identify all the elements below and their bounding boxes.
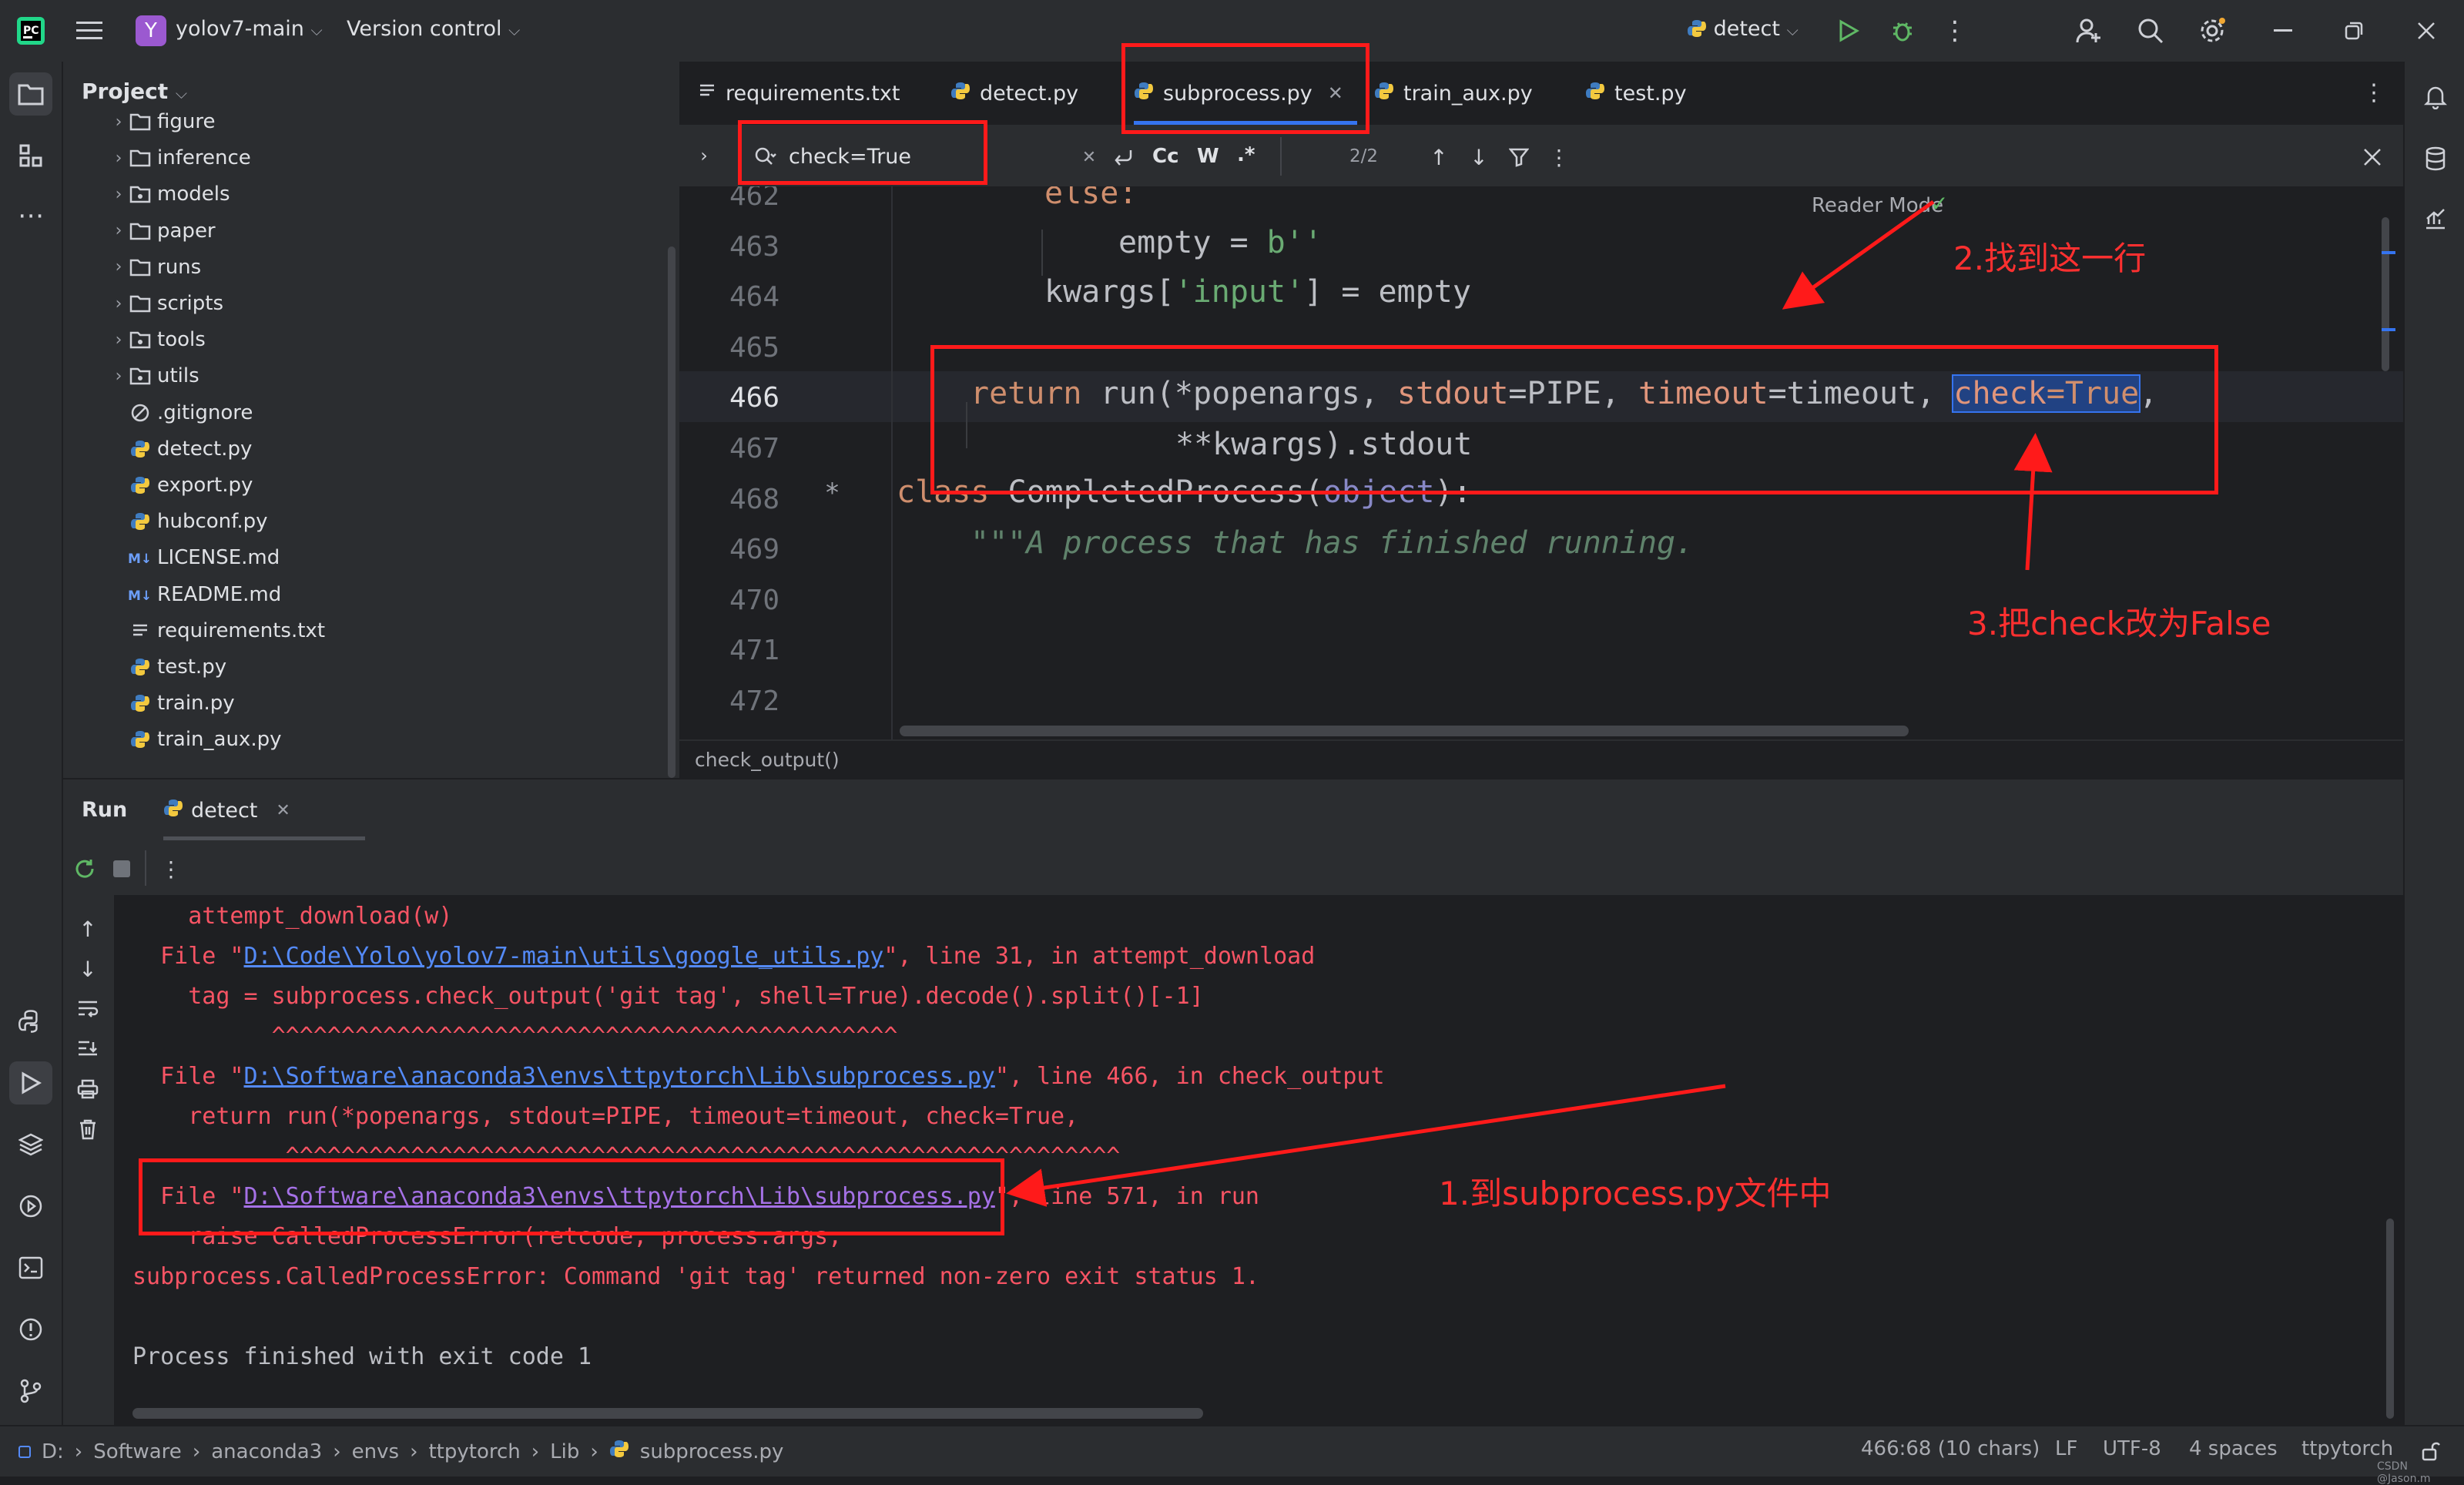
annotation-arrows xyxy=(1006,199,2053,1207)
annotation-step-2: 2.找到这一行 xyxy=(1953,240,2147,277)
annotation-step-3: 3.把check改为False xyxy=(1967,605,2271,642)
arrow-3 xyxy=(2013,433,2053,571)
arrow-2 xyxy=(1782,199,1935,310)
annotation-step-1: 1.到subprocess.py文件中 xyxy=(1439,1175,1832,1212)
